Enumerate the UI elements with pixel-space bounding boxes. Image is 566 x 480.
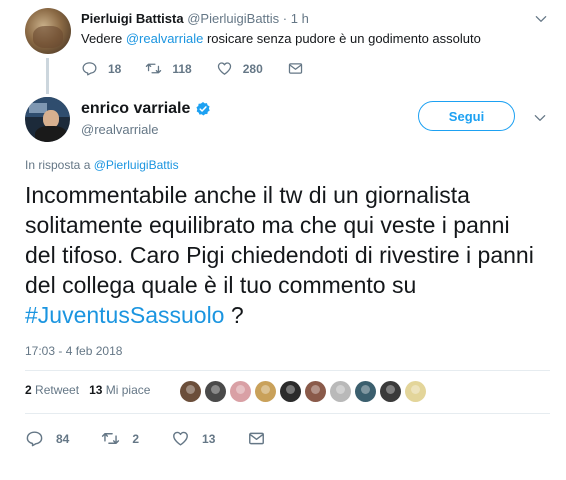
like-stat[interactable]: 13 Mi piace: [89, 383, 150, 397]
like-stat-label: Mi piace: [105, 383, 151, 397]
avatar[interactable]: [25, 8, 71, 54]
main-tweet-text: Incommentabile anche il tw di un giornal…: [25, 180, 545, 330]
liker-avatar[interactable]: [380, 381, 401, 402]
mention-link[interactable]: @realvarriale: [126, 31, 204, 46]
liker-avatar[interactable]: [305, 381, 326, 402]
parent-tweet-actions: 18 118 280: [81, 60, 338, 77]
like-count: 13: [202, 431, 216, 446]
tweet-stats: 2 Retweet 13 Mi piace: [25, 383, 160, 397]
tweet-timestamp[interactable]: 17:03 - 4 feb 2018: [25, 344, 122, 358]
retweet-stat[interactable]: 2 Retweet: [25, 383, 79, 397]
reply-button[interactable]: 84: [25, 429, 69, 448]
avatar-body: [35, 126, 67, 142]
chevron-down-icon[interactable]: [533, 111, 547, 125]
retweet-count: 118: [172, 61, 192, 76]
liker-avatar[interactable]: [255, 381, 276, 402]
author-handle[interactable]: @PierluigiBattis: [187, 11, 279, 26]
like-button[interactable]: 13: [171, 429, 215, 448]
like-stat-count: 13: [89, 383, 103, 397]
author-name-row[interactable]: enrico varriale: [81, 100, 211, 118]
heart-icon: [173, 431, 188, 446]
mention-link[interactable]: @PierluigiBattis: [94, 158, 179, 172]
liker-avatar[interactable]: [180, 381, 201, 402]
liker-avatar[interactable]: [405, 381, 426, 402]
author-name[interactable]: enrico varriale: [81, 100, 190, 118]
direct-message-button[interactable]: [287, 60, 314, 77]
chevron-down-icon[interactable]: [534, 12, 548, 26]
heart-icon: [217, 62, 231, 75]
retweet-stat-count: 2: [25, 383, 32, 397]
reply-icon: [82, 62, 97, 76]
like-count: 280: [242, 61, 263, 76]
main-tweet-actions: 84 2 13: [25, 429, 310, 448]
tweet-text-part: Incommentabile anche il tw di un giornal…: [25, 182, 534, 298]
tweet-text-part: ?: [224, 302, 244, 328]
reply-count: 18: [108, 61, 122, 76]
separator-dot: ·: [282, 11, 288, 26]
reply-button[interactable]: 18: [81, 60, 121, 77]
parent-tweet[interactable]: Pierluigi Battista @PierluigiBattis · 1 …: [0, 0, 566, 94]
hashtag-link[interactable]: #JuventusSassuolo: [25, 302, 224, 328]
liker-avatar[interactable]: [205, 381, 226, 402]
divider: [25, 370, 550, 371]
envelope-icon: [249, 432, 265, 445]
author-handle[interactable]: @realvarriale: [81, 122, 159, 137]
author-name[interactable]: Pierluigi Battista: [81, 11, 184, 26]
liker-avatar[interactable]: [330, 381, 351, 402]
reply-count: 84: [56, 431, 70, 446]
liker-avatars: [180, 381, 430, 402]
parent-tweet-header: Pierluigi Battista @PierluigiBattis · 1 …: [81, 11, 309, 26]
retweet-button[interactable]: 2: [101, 429, 139, 448]
retweet-icon: [102, 433, 120, 444]
liker-avatar[interactable]: [230, 381, 251, 402]
direct-message-button[interactable]: [247, 429, 278, 448]
verified-badge-icon: [196, 102, 211, 116]
retweet-button[interactable]: 118: [145, 60, 192, 77]
retweet-icon: [146, 63, 162, 74]
retweet-count: 2: [132, 431, 140, 446]
tweet-text-part: Vedere: [81, 31, 126, 46]
tweet-text-part: rosicare senza pudore è un godimento ass…: [203, 31, 481, 46]
envelope-icon: [288, 63, 302, 74]
follow-button[interactable]: Segui: [418, 101, 515, 131]
avatar[interactable]: [25, 97, 70, 142]
tweet-time[interactable]: 1 h: [291, 11, 309, 26]
reply-context: In risposta a @PierluigiBattis: [25, 158, 179, 172]
like-button[interactable]: 280: [216, 60, 263, 77]
reply-icon: [26, 431, 43, 447]
divider: [25, 413, 550, 414]
parent-tweet-text: Vedere @realvarriale rosicare senza pudo…: [81, 31, 481, 46]
retweet-stat-label: Retweet: [35, 383, 80, 397]
reply-prefix: In risposta a: [25, 158, 94, 172]
liker-avatar[interactable]: [355, 381, 376, 402]
thread-connector: [46, 58, 49, 94]
liker-avatar[interactable]: [280, 381, 301, 402]
